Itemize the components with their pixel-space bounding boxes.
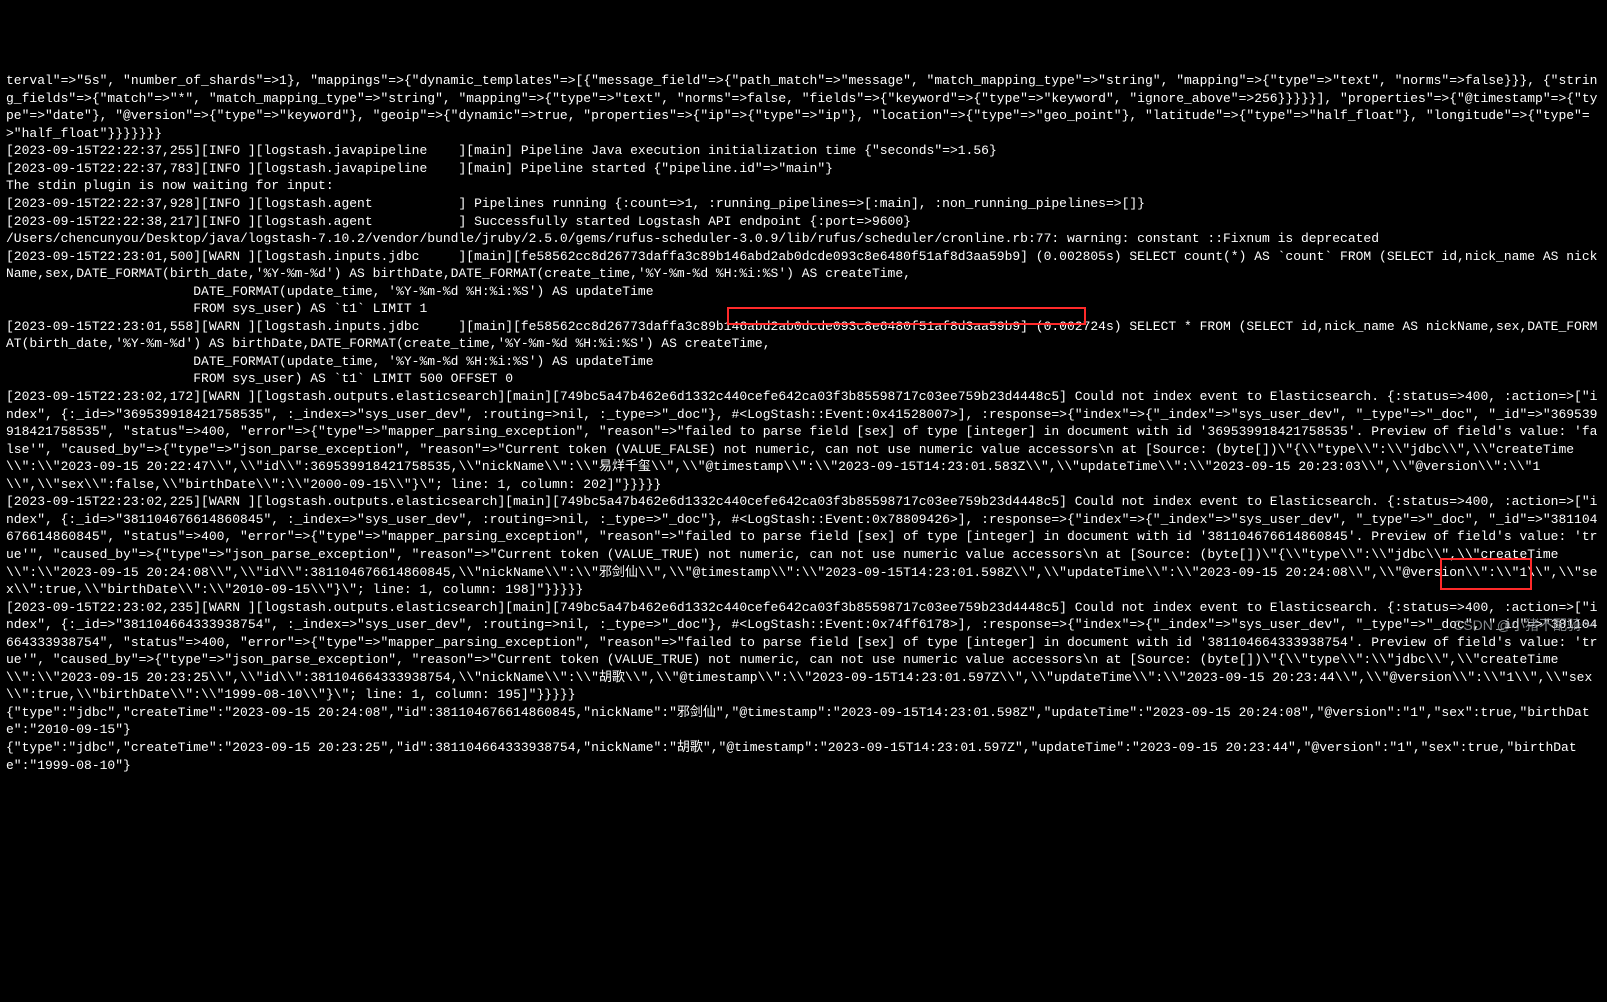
log-line: [2023-09-15T22:23:02,172][WARN ][logstas… bbox=[6, 388, 1601, 493]
log-line: DATE_FORMAT(update_time, '%Y-%m-%d %H:%i… bbox=[6, 353, 1601, 371]
log-line: {"type":"jdbc","createTime":"2023-09-15 … bbox=[6, 704, 1601, 739]
log-line: [2023-09-15T22:22:37,783][INFO ][logstas… bbox=[6, 160, 1601, 178]
log-line: [2023-09-15T22:23:02,235][WARN ][logstas… bbox=[6, 599, 1601, 704]
log-line: terval"=>"5s", "number_of_shards"=>1}, "… bbox=[6, 72, 1601, 142]
log-line: The stdin plugin is now waiting for inpu… bbox=[6, 177, 1601, 195]
log-line: DATE_FORMAT(update_time, '%Y-%m-%d %H:%i… bbox=[6, 283, 1601, 301]
log-line: FROM sys_user) AS `t1` LIMIT 1 bbox=[6, 300, 1601, 318]
log-line: [2023-09-15T22:23:01,500][WARN ][logstas… bbox=[6, 248, 1601, 283]
log-line: [2023-09-15T22:23:01,558][WARN ][logstas… bbox=[6, 318, 1601, 353]
log-line: [2023-09-15T22:22:37,928][INFO ][logstas… bbox=[6, 195, 1601, 213]
log-line: /Users/chencunyou/Desktop/java/logstash-… bbox=[6, 230, 1601, 248]
log-line: [2023-09-15T22:22:37,255][INFO ][logstas… bbox=[6, 142, 1601, 160]
log-line: {"type":"jdbc","createTime":"2023-09-15 … bbox=[6, 739, 1601, 774]
log-line: [2023-09-15T22:23:02,225][WARN ][logstas… bbox=[6, 493, 1601, 598]
log-line: FROM sys_user) AS `t1` LIMIT 500 OFFSET … bbox=[6, 370, 1601, 388]
log-line: [2023-09-15T22:22:38,217][INFO ][logstas… bbox=[6, 213, 1601, 231]
terminal-output[interactable]: terval"=>"5s", "number_of_shards"=>1}, "… bbox=[6, 72, 1601, 774]
